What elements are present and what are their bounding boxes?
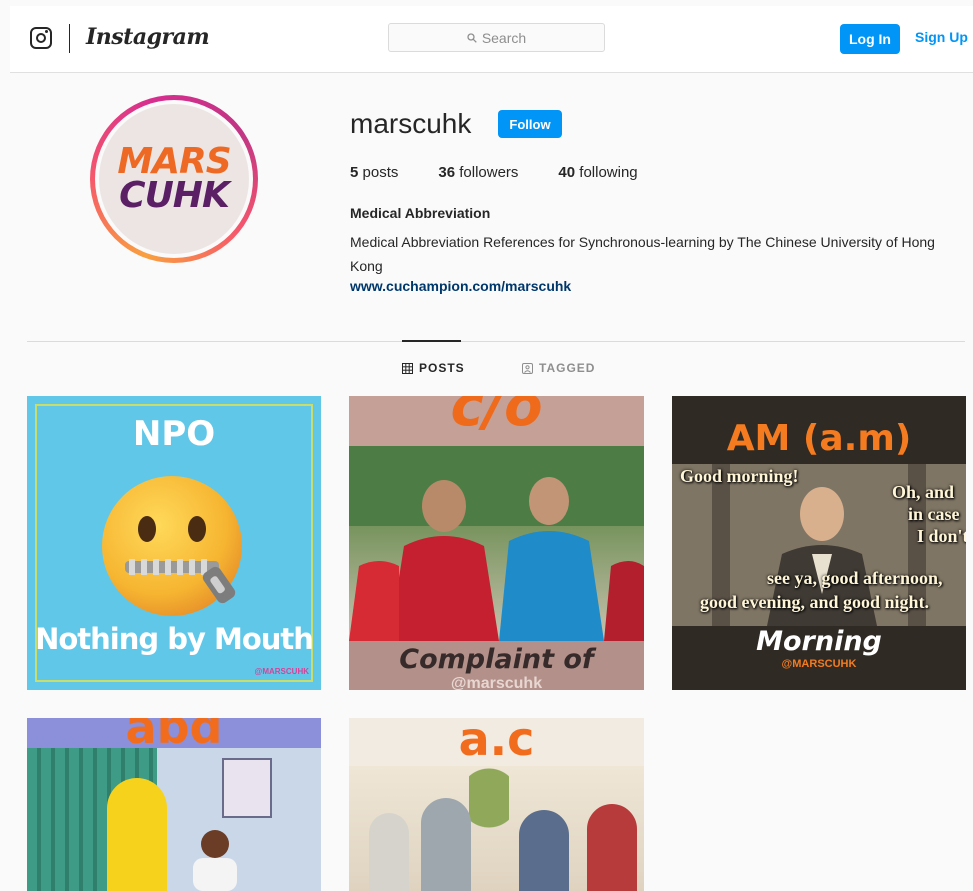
- post-photo-person: [587, 804, 637, 891]
- post-watermark: @marscuhk: [450, 675, 543, 690]
- posts-label: posts: [362, 164, 399, 181]
- profile-website-link[interactable]: www.cuchampion.com/marscuhk: [350, 278, 571, 294]
- active-tab-indicator: [402, 340, 461, 342]
- grid-icon: [402, 362, 413, 374]
- post-title: c/o: [450, 396, 543, 439]
- post-title: a.c: [458, 718, 535, 766]
- profile-username: marscuhk: [350, 108, 472, 139]
- instagram-wordmark-logo[interactable]: Instagram: [86, 24, 210, 50]
- tab-posts-label: POSTS: [419, 361, 465, 375]
- post-photo-doctor: [193, 830, 237, 891]
- tabs-divider: [27, 341, 965, 342]
- post-photo-cartoon-character: [107, 778, 167, 891]
- post-tile-ac[interactable]: a.c: [349, 718, 644, 891]
- post-title: NPO: [132, 414, 216, 454]
- post-quote-line: see ya, good afternoon,: [767, 568, 943, 588]
- post-tile-abd[interactable]: abd: [27, 718, 321, 891]
- post-title: AM (a.m): [726, 418, 912, 459]
- post-quote-line: Good morning!: [680, 466, 799, 486]
- follow-button[interactable]: Follow: [498, 110, 562, 138]
- post-quote-line: I don't: [917, 526, 966, 546]
- post-photo-person: [369, 813, 409, 891]
- tagged-icon: [522, 362, 533, 374]
- avatar-text-cuhk: CUHK: [119, 175, 230, 216]
- header-divider: [69, 24, 70, 53]
- following-count: 40: [558, 164, 576, 181]
- posts-count: 5: [350, 164, 359, 181]
- top-nav-bar: Instagram Search Log In Sign Up: [10, 6, 973, 73]
- instagram-glyph-icon[interactable]: [30, 27, 52, 49]
- post-photo-plant: [469, 768, 509, 868]
- search-input[interactable]: Search: [388, 23, 605, 52]
- followers-count: 36: [438, 164, 456, 181]
- post-photo-football-players: [349, 446, 644, 641]
- followers-stat[interactable]: 36 followers: [438, 164, 518, 181]
- followers-label: followers: [459, 164, 519, 181]
- profile-bio: Medical Abbreviation References for Sync…: [350, 234, 935, 274]
- search-placeholder: Search: [481, 29, 527, 46]
- post-quote-line: good evening, and good night.: [700, 592, 930, 612]
- post-photo-person: [519, 810, 569, 891]
- tab-tagged[interactable]: TAGGED: [522, 361, 595, 375]
- profile-avatar[interactable]: MARS CUHK: [90, 95, 258, 263]
- post-photo-person: [421, 798, 471, 891]
- following-label: following: [579, 164, 638, 181]
- post-tile-co[interactable]: c/o Complaint of @marscuhk: [349, 396, 644, 690]
- post-tile-npo[interactable]: NPO Nothing by Mouth @MARSCUHK: [27, 396, 321, 690]
- zipper-mouth-emoji-icon: [102, 476, 242, 616]
- post-tile-am[interactable]: AM (a.m) Good morning! Oh, and in case I…: [672, 396, 966, 690]
- post-caption: Nothing by Mouth: [35, 622, 314, 656]
- post-watermark: @MARSCUHK: [254, 667, 309, 676]
- post-quote-line: Oh, and: [892, 482, 955, 502]
- following-stat[interactable]: 40 following: [558, 164, 637, 181]
- tab-posts[interactable]: POSTS: [402, 361, 465, 375]
- profile-stats: 5 posts 36 followers 40 following: [350, 164, 678, 181]
- tab-tagged-label: TAGGED: [539, 361, 596, 375]
- post-caption: Morning: [756, 626, 882, 657]
- profile-full-name: Medical Abbreviation: [350, 205, 491, 221]
- search-icon: [467, 32, 477, 43]
- post-watermark: @MARSCUHK: [781, 658, 857, 670]
- post-quote-line: in case: [908, 504, 960, 524]
- posts-stat: 5 posts: [350, 164, 398, 181]
- post-title: abd: [125, 718, 223, 754]
- post-caption: Complaint of: [399, 644, 594, 675]
- post-photo-cabinet: [222, 758, 272, 818]
- sign-up-link[interactable]: Sign Up: [915, 29, 968, 45]
- log-in-button[interactable]: Log In: [840, 24, 900, 54]
